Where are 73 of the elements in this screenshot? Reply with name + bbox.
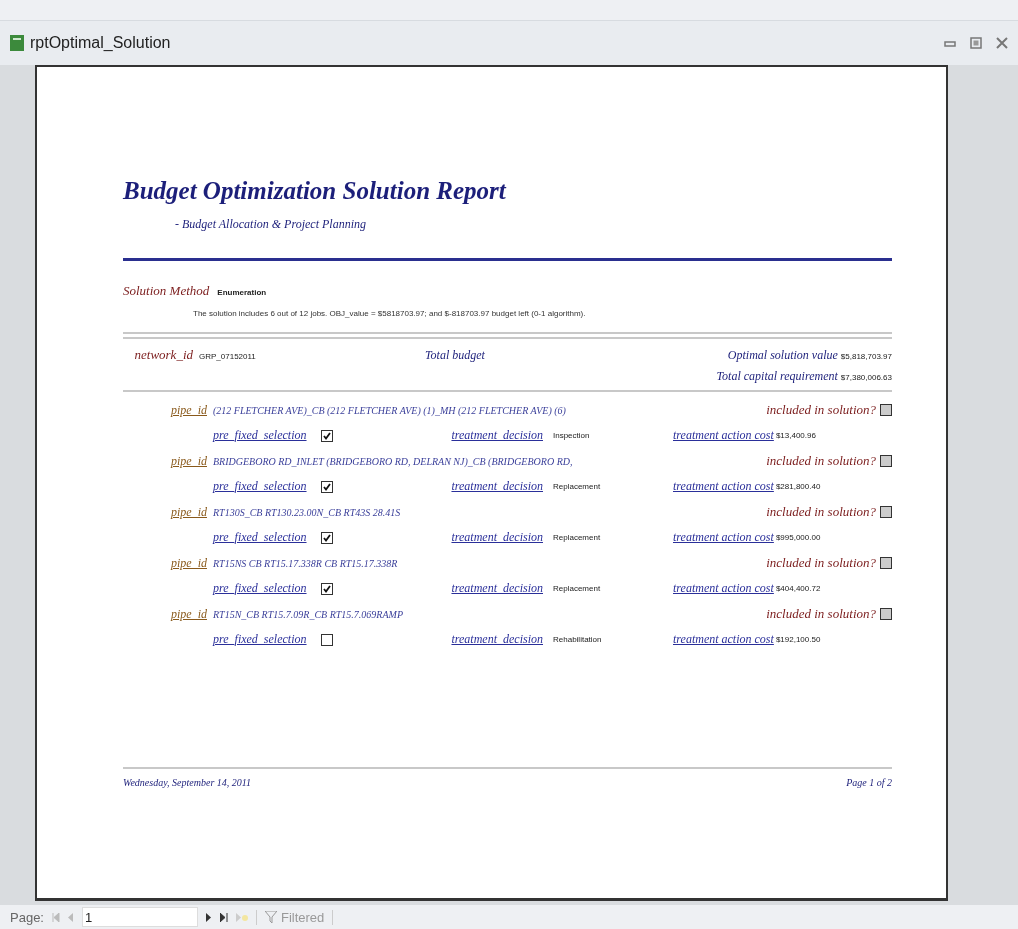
maximize-icon[interactable] xyxy=(970,37,982,49)
method-value: Enumeration xyxy=(217,288,267,297)
treatment-decision-value: Rehabilitation xyxy=(553,635,603,644)
treatment-decision-link[interactable]: treatment_decision xyxy=(451,530,543,545)
treatment-cost-value: $281,800.40 xyxy=(775,482,821,491)
prefixed-checkbox[interactable] xyxy=(320,531,333,544)
treatment-decision-link[interactable]: treatment_decision xyxy=(451,581,543,596)
budget-label: Total budget xyxy=(425,348,486,363)
report-subtitle: - Budget Allocation & Project Planning xyxy=(175,217,367,232)
treatment-decision-link[interactable]: treatment_decision xyxy=(451,428,543,443)
prefixed-selection-link[interactable]: pre_fixed_selection xyxy=(213,428,307,443)
treatment-cost-link[interactable]: treatment action cost xyxy=(673,581,774,596)
treatment-cost-link[interactable]: treatment action cost xyxy=(673,632,774,647)
report-date: Wednesday, September 14, 2011 xyxy=(123,777,252,788)
treatment-decision-value: Replacement xyxy=(553,533,602,542)
pipe-id-label[interactable]: pipe_id xyxy=(171,606,207,622)
page-field[interactable]: 1 xyxy=(82,907,198,927)
included-label: included in solution? xyxy=(766,606,876,622)
treatment-decision-value: Replacement xyxy=(553,482,602,491)
pipe-id-label[interactable]: pipe_id xyxy=(171,504,207,520)
included-checkbox[interactable] xyxy=(880,404,892,416)
prefixed-checkbox[interactable] xyxy=(320,633,333,646)
prefixed-selection-link[interactable]: pre_fixed_selection xyxy=(213,581,307,596)
last-page-icon[interactable] xyxy=(220,912,228,922)
pipe-id-label[interactable]: pipe_id xyxy=(171,402,207,418)
treatment-cost-link[interactable]: treatment action cost xyxy=(673,428,774,443)
pipe-id-label[interactable]: pipe_id xyxy=(171,453,207,469)
pipe-id-value: RT130S_CB RT130.23.00N_CB RT43S 28.41S xyxy=(213,506,402,518)
network-value: GRP_07152011 xyxy=(199,352,257,361)
pipe-id-value: RT15N_CB RT15.7.09R_CB RT15.7.069RAMP xyxy=(213,608,404,620)
optimal-value: $5,818,703.97 xyxy=(840,352,892,361)
prefixed-checkbox[interactable] xyxy=(320,582,333,595)
included-checkbox[interactable] xyxy=(880,506,892,518)
summary-text: The solution includes 6 out of 12 jobs. OBJ_value = $5818703.97; and $-818703.97 budget left (0-1 algorithm). xyxy=(193,309,587,318)
capital-label: Total capital requirement xyxy=(716,369,838,384)
prefixed-selection-link[interactable]: pre_fixed_selection xyxy=(213,530,307,545)
report-icon xyxy=(10,35,24,51)
page-number: Page 1 of 2 xyxy=(846,777,892,788)
page-label: Page: xyxy=(10,909,44,925)
treatment-cost-value: $404,400.72 xyxy=(775,584,821,593)
prefixed-checkbox[interactable] xyxy=(320,429,333,442)
treatment-decision-link[interactable]: treatment_decision xyxy=(451,479,543,494)
included-checkbox[interactable] xyxy=(880,557,892,569)
included-label: included in solution? xyxy=(766,402,876,418)
included-checkbox[interactable] xyxy=(880,608,892,620)
window-title: rptOptimal_Solution xyxy=(30,34,172,52)
pipe-id-value: BRIDGEBORO RD_INLET (BRIDGEBORO RD, DELRAN NJ)_CB (BRIDGEBORO RD, xyxy=(213,455,574,467)
treatment-cost-link[interactable]: treatment action cost xyxy=(673,479,774,494)
funnel-icon xyxy=(265,911,277,923)
prefixed-checkbox[interactable] xyxy=(320,480,333,493)
prefixed-selection-link[interactable]: pre_fixed_selection xyxy=(213,632,307,647)
next-page-icon[interactable] xyxy=(206,912,212,922)
treatment-cost-value: $13,400.96 xyxy=(775,431,816,440)
treatment-decision-value: Inspection xyxy=(553,431,591,440)
treatment-cost-link[interactable]: treatment action cost xyxy=(673,530,774,545)
treatment-cost-value: $995,000.00 xyxy=(775,533,821,542)
treatment-cost-value: $192,100.50 xyxy=(775,635,821,644)
method-label: Solution Method xyxy=(123,283,210,299)
report-title: Budget Optimization Solution Report xyxy=(123,177,508,205)
treatment-decision-value: Replacement xyxy=(553,584,602,593)
pipe-id-label[interactable]: pipe_id xyxy=(171,555,207,571)
included-checkbox[interactable] xyxy=(880,455,892,467)
optimal-label: Optimal solution value xyxy=(727,348,838,363)
included-label: included in solution? xyxy=(766,504,876,520)
included-label: included in solution? xyxy=(766,453,876,469)
pipe-id-value: (212 FLETCHER AVE)_CB (212 FLETCHER AVE) (1)_MH (212 FLETCHER AVE) (6) xyxy=(213,404,567,416)
treatment-decision-link[interactable]: treatment_decision xyxy=(451,632,543,647)
network-label: network_id xyxy=(133,347,193,363)
prefixed-selection-link[interactable]: pre_fixed_selection xyxy=(213,479,307,494)
close-icon[interactable] xyxy=(996,37,1008,49)
pipe-id-value: RT15NS CB RT15.17.338R CB RT15.17.338R xyxy=(213,557,399,569)
included-label: included in solution? xyxy=(766,555,876,571)
capital-value: $7,380,006.63 xyxy=(840,373,892,382)
